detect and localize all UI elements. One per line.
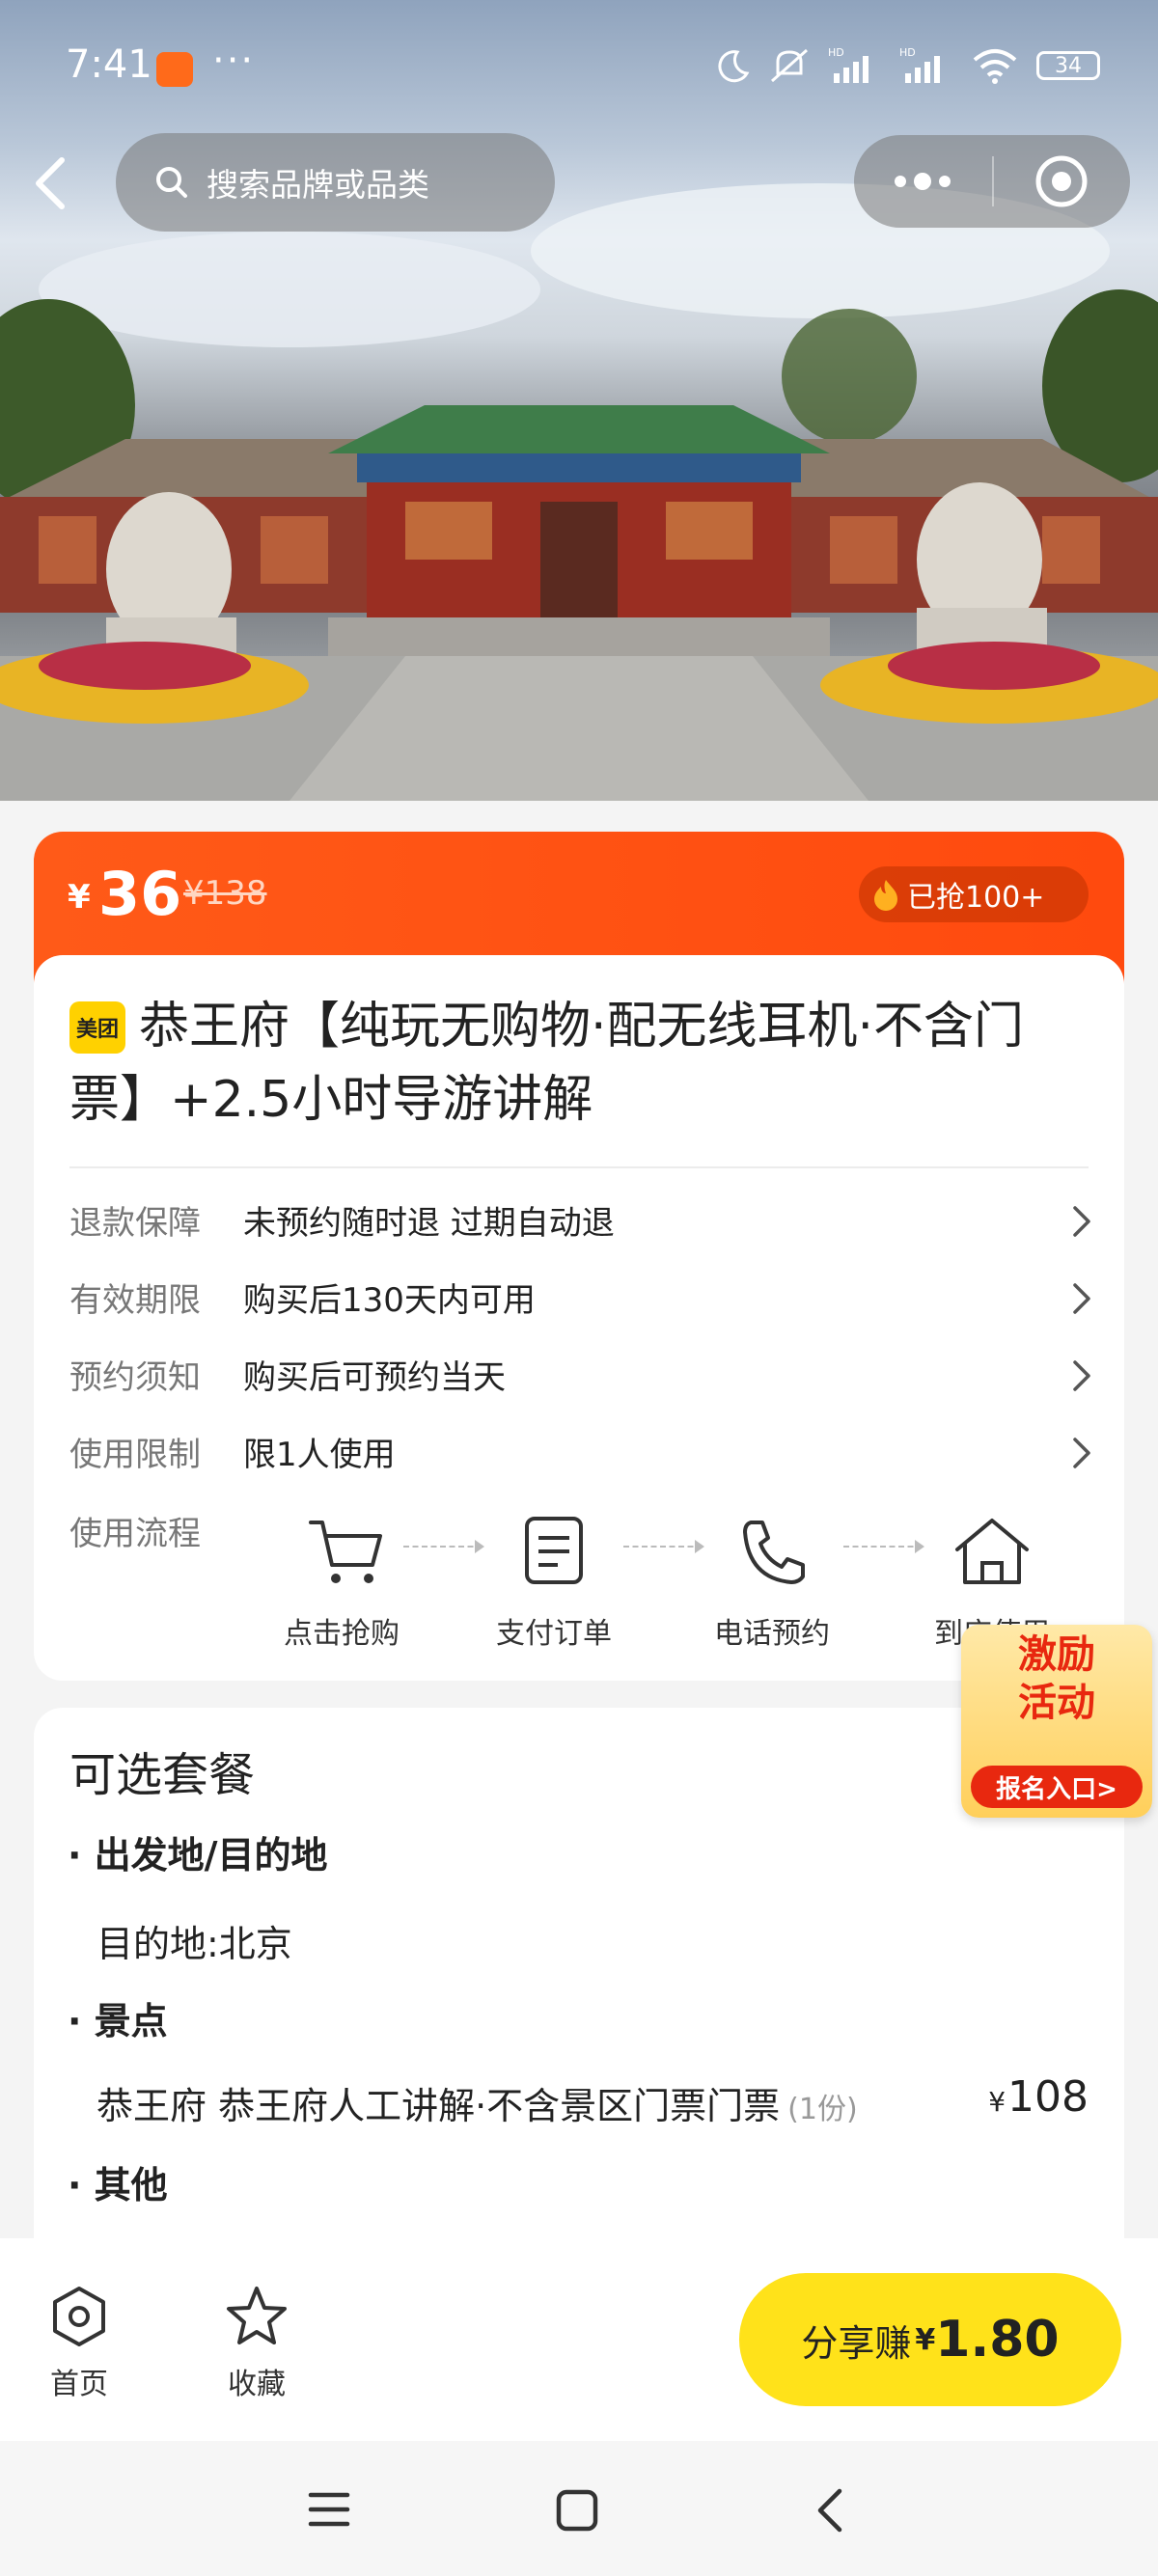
more-menu-button[interactable]: [854, 135, 992, 228]
menu-icon[interactable]: [305, 2487, 353, 2532]
status-time: 7:41: [66, 42, 152, 87]
package-section-heading: 出发地/目的地: [68, 1825, 328, 1878]
favorite-tab[interactable]: 收藏: [208, 2283, 305, 2402]
price-current: 36: [98, 859, 182, 929]
divider: [69, 1166, 1089, 1168]
home-square-icon[interactable]: [554, 2487, 600, 2534]
flow-step-visit: 到店使用: [915, 1511, 1069, 1651]
mute-icon: [771, 48, 808, 83]
signal-icon: HD: [828, 46, 868, 83]
sold-count-badge: 已抢100+: [859, 866, 1089, 922]
system-navigation-bar: [0, 2441, 1158, 2576]
home-icon: [955, 1519, 1029, 1584]
info-value: 购买后可预约当天: [243, 1358, 506, 1397]
package-price-currency: ¥: [988, 2086, 1006, 2118]
moon-icon: [718, 50, 750, 83]
search-bar[interactable]: 搜索品牌或品类: [116, 133, 555, 232]
chevron-left-icon: [36, 157, 65, 209]
phone-icon: [743, 1521, 805, 1584]
info-value: 限1人使用: [243, 1436, 396, 1474]
share-currency: ¥: [915, 2322, 936, 2357]
package-item[interactable]: 恭王府 恭王府人工讲解·不含景区门票门票 (1份): [96, 2076, 858, 2129]
target-icon: [1035, 155, 1088, 207]
search-icon: [156, 167, 187, 198]
wifi-icon: [973, 49, 1017, 84]
package-item-name: 恭王府 恭王府人工讲解·不含景区门票门票: [96, 2085, 781, 2127]
package-section-heading: 景点: [68, 1991, 168, 2044]
info-value: 未预约随时退 过期自动退: [243, 1204, 615, 1243]
promo-title-line2: 活动: [1018, 1681, 1095, 1725]
chevron-right-icon: [1073, 1206, 1090, 1237]
product-title: 恭王府【纯玩无购物·配无线耳机·不含门票】+2.5小时导游讲解: [69, 998, 1025, 1129]
more-dots-icon: [895, 173, 951, 190]
flow-step-pay: 支付订单: [477, 1511, 631, 1651]
svg-text:HD: HD: [828, 46, 844, 59]
chevron-right-icon: [1073, 1283, 1090, 1314]
sold-count-text: 已抢100+: [907, 881, 1045, 915]
system-icons: HD HD 34: [712, 46, 1100, 85]
flow-step-call: 电话预约: [695, 1511, 849, 1651]
star-icon: [227, 2287, 287, 2344]
chevron-right-icon: [1073, 1438, 1090, 1468]
share-label: 分享赚: [801, 2321, 912, 2365]
price-original: ¥138: [183, 874, 267, 913]
signal-icon-2: HD: [899, 46, 940, 83]
package-item-price: ¥108: [988, 2072, 1089, 2122]
share-earn-button[interactable]: 分享赚 ¥ 1.80: [739, 2273, 1121, 2406]
home-flower-icon: [53, 2287, 105, 2346]
flow-step-label: 点击抢购: [284, 1617, 400, 1651]
fire-icon: [874, 880, 897, 911]
home-tab-label: 首页: [50, 2368, 108, 2401]
promo-title: 激励 活动: [961, 1631, 1152, 1727]
battery-icon: 34: [1036, 51, 1100, 80]
promo-float-banner[interactable]: 激励 活动 报名入口>: [961, 1625, 1152, 1818]
more-notifications-icon: ···: [212, 39, 256, 83]
package-title: 可选套餐: [69, 1748, 256, 1802]
chevron-right-icon: [1073, 1360, 1090, 1391]
cart-icon: [309, 1521, 382, 1583]
info-row-refund[interactable]: 退款保障 未预约随时退 过期自动退: [69, 1196, 1092, 1254]
info-label: 有效期限: [69, 1281, 201, 1320]
price-currency: ¥: [68, 878, 91, 917]
flow-arrow: [403, 1540, 484, 1553]
svg-text:HD: HD: [899, 46, 916, 59]
back-button[interactable]: [29, 154, 75, 212]
back-nav-icon[interactable]: [811, 2485, 849, 2535]
favorite-tab-label: 收藏: [228, 2368, 286, 2401]
search-placeholder: 搜索品牌或品类: [207, 166, 429, 204]
info-value: 购买后130天内可用: [243, 1281, 536, 1320]
package-price-value: 108: [1007, 2072, 1089, 2122]
flow-step-buy: 点击抢购: [264, 1511, 419, 1651]
app-notification-icon: [156, 52, 193, 87]
status-bar: 7:41 ··· HD HD 34: [0, 0, 1158, 135]
flow-step-label: 电话预约: [714, 1617, 830, 1651]
flow-step-label: 支付订单: [496, 1617, 612, 1651]
info-label: 使用限制: [69, 1436, 201, 1474]
info-label: 退款保障: [69, 1204, 201, 1243]
usage-flow-label: 使用流程: [69, 1515, 201, 1553]
share-amount: 1.80: [935, 2311, 1060, 2369]
close-miniapp-button[interactable]: [994, 135, 1130, 228]
miniapp-capsule: [854, 135, 1130, 228]
document-icon: [525, 1517, 583, 1584]
promo-title-line1: 激励: [1018, 1632, 1095, 1677]
info-row-usage-limit[interactable]: 使用限制 限1人使用: [69, 1428, 1092, 1486]
flow-arrow: [623, 1540, 704, 1553]
info-row-booking[interactable]: 预约须知 购买后可预约当天: [69, 1351, 1092, 1409]
promo-signup-button[interactable]: 报名入口>: [971, 1766, 1143, 1808]
info-label: 预约须知: [69, 1358, 201, 1397]
home-tab[interactable]: 首页: [31, 2283, 127, 2402]
package-item-qty: (1份): [787, 2093, 858, 2126]
package-section-heading: 其他: [68, 2155, 168, 2208]
package-destination: 目的地:北京: [96, 1923, 292, 1965]
info-row-validity[interactable]: 有效期限 购买后130天内可用: [69, 1274, 1092, 1331]
flow-arrow: [843, 1540, 924, 1553]
